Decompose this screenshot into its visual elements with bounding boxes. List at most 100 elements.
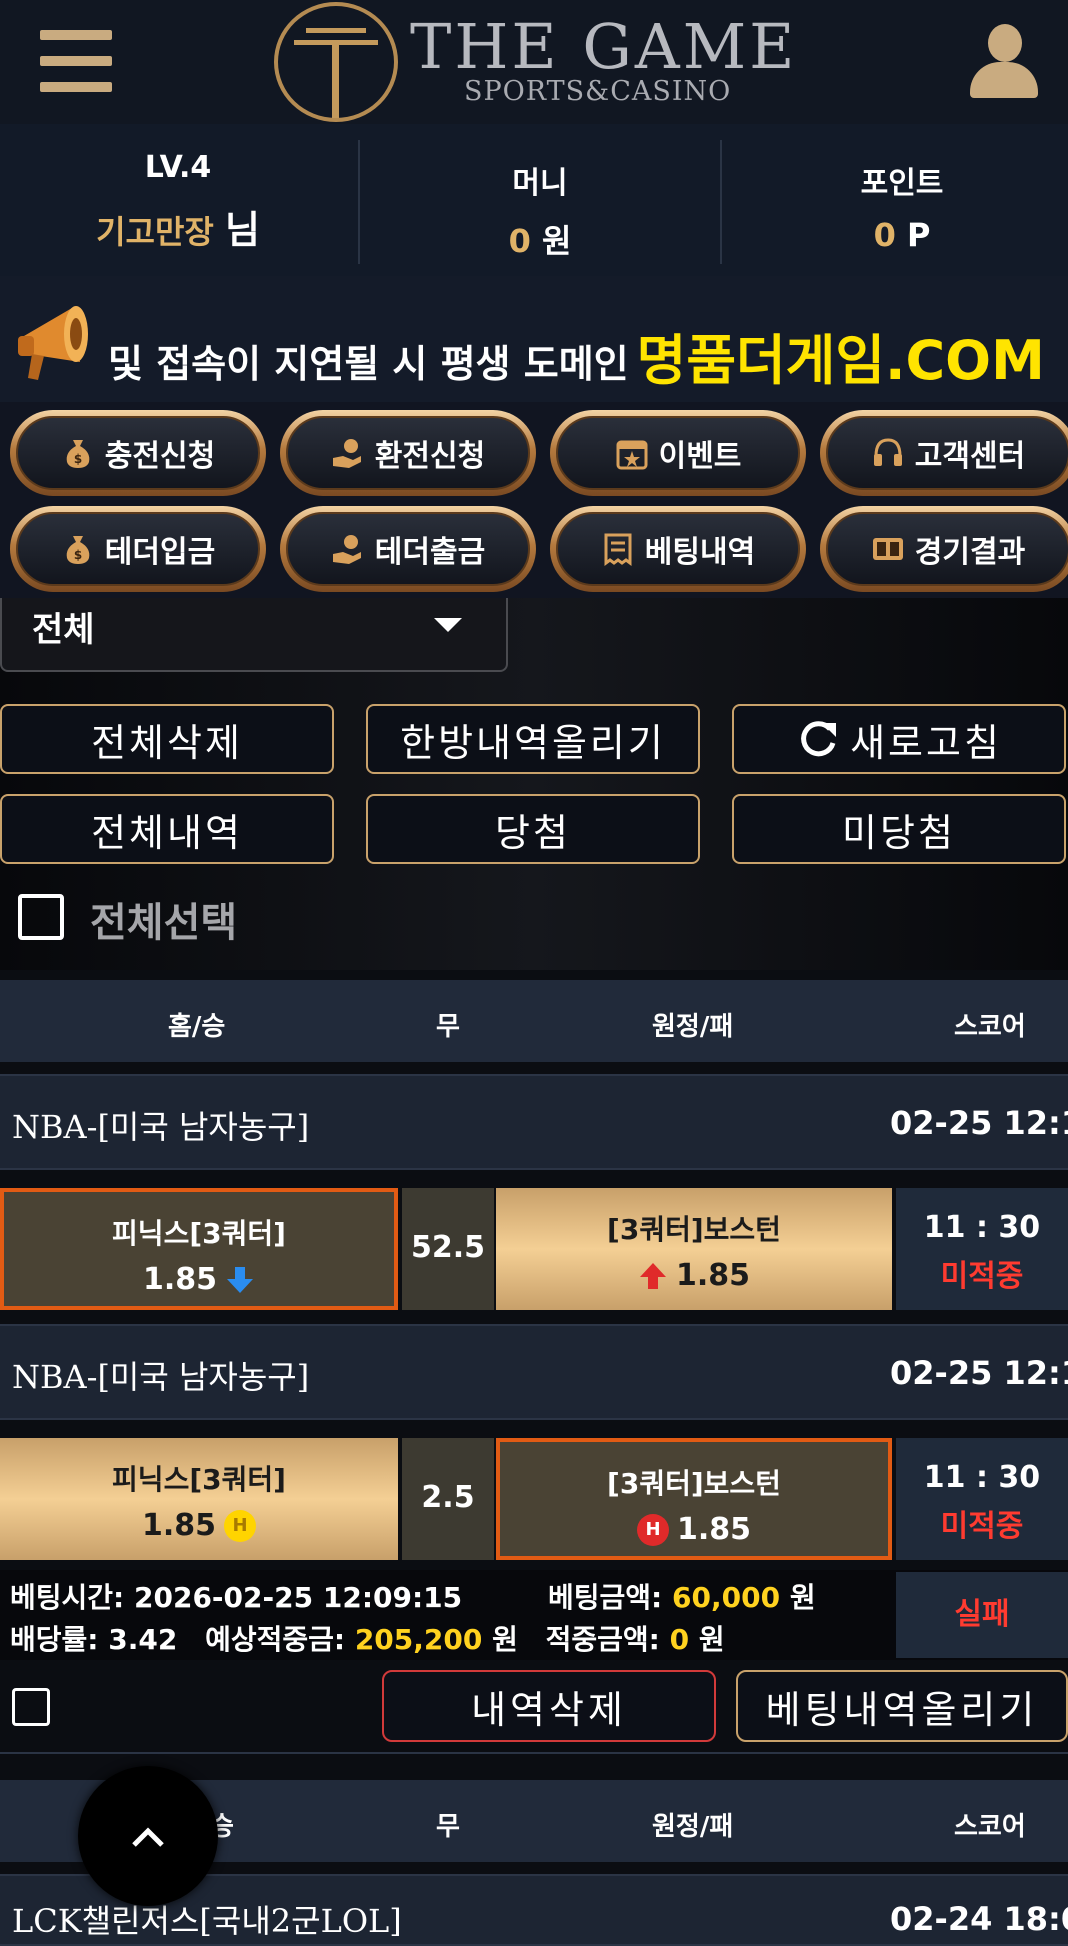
event-button[interactable]: 이벤트 [550,410,806,496]
filter-area: 전체 전체삭제 한방내역올리기 새로고침 전체내역 당첨 미당첨 전체선택 [0,598,1068,970]
upload-bet-history-button[interactable]: 베팅내역올리기 [736,1670,1068,1742]
league-row: NBA-[미국 남자농구] 02-25 12:17 [0,1324,1068,1420]
level-section: LV.4 기고만장 님 [0,138,356,262]
away-odds-cell[interactable]: [3쿼터]보스턴 H 1.85 [496,1438,892,1560]
bet-amount: 60,000 [672,1581,781,1614]
col-away: 원정/패 [652,1812,734,1842]
megaphone-icon [18,306,88,380]
all-history-button[interactable]: 전체내역 [0,794,334,864]
quick-menu: $ 충전신청 환전신청 이벤트 고객센터 $ 테더입금 테더출금 베팅내역 경기… [0,402,1068,598]
refresh-button[interactable]: 새로고침 [732,704,1066,774]
point-value: 0 [873,216,896,254]
home-odds: 1.85 [142,1262,218,1297]
arrow-down-icon [227,1266,254,1293]
col-score: 스코어 [954,1812,1026,1842]
money-unit: 원 [541,222,572,260]
total-odds: 3.42 [108,1623,178,1656]
handicap-line: 52.5 [410,1230,486,1265]
home-team: 피닉스[3쿼터] [112,1463,286,1496]
match-results-button[interactable]: 경기결과 [820,506,1068,592]
brand-subtitle: SPORTS&CASINO [464,76,732,107]
score-cell: 11 : 30 미적중 [896,1438,1068,1560]
notice-text: 및 접속이 지연될 시 평생 도메인 [108,342,629,386]
brand-title: THE GAME [410,10,798,83]
tether-withdraw-button[interactable]: 테더출금 [280,506,536,592]
point-section: 포인트 0 P [724,138,1068,262]
select-all-checkbox[interactable] [18,894,64,940]
user-info-bar: LV.4 기고만장 님 머니 0 원 포인트 0 P [0,124,1068,276]
upload-hanbang-button[interactable]: 한방내역올리기 [366,704,700,774]
point-label: 포인트 [860,166,944,201]
score: 11 : 30 [923,1210,1041,1245]
arrow-up-icon [639,1262,666,1289]
bet-actions: 내역삭제 베팅내역올리기 [0,1660,1068,1754]
league-name: LCK챌린저스[국내2군LOL] [12,1902,402,1940]
honorific: 님 [224,208,260,252]
top-header: THE GAME SPORTS&CASINO [0,0,1068,124]
score: 11 : 30 [923,1460,1041,1495]
bet-history-button[interactable]: 베팅내역 [550,506,806,592]
customer-center-button[interactable]: 고객센터 [820,410,1068,496]
line-cell: 2.5 [402,1438,494,1560]
refresh-label: 새로고침 [850,720,1002,765]
handicap-badge-icon: H [224,1509,257,1542]
scoreboard-icon [872,538,903,560]
svg-text:$: $ [74,452,82,466]
away-odds: 1.85 [676,1512,752,1547]
hand-coin-icon [332,439,361,468]
odds-row: 피닉스[3쿼터] 1.85 52.5 [3쿼터]보스턴 1.85 11 : 30… [0,1188,1068,1310]
away-odds-cell[interactable]: [3쿼터]보스턴 1.85 [496,1188,892,1310]
home-odds-cell[interactable]: 피닉스[3쿼터] 1.85 [0,1188,398,1310]
col-home: 홈/승 [168,1012,226,1042]
withdraw-request-button[interactable]: 환전신청 [280,410,536,496]
bet-select-checkbox[interactable] [12,1688,50,1726]
league-name: NBA-[미국 남자농구] [12,1358,310,1396]
notice-marquee: 및 접속이 지연될 시 평생 도메인 명품더게임.COM [0,276,1068,402]
lost-filter-button[interactable]: 미당첨 [732,794,1066,864]
user-icon[interactable] [968,22,1040,100]
bet-status: 미적중 [940,1259,1024,1294]
scroll-top-button[interactable] [78,1766,218,1906]
home-team: 피닉스[3쿼터] [112,1217,286,1250]
money-section: 머니 0 원 [362,138,718,262]
won-filter-button[interactable]: 당첨 [366,794,700,864]
home-odds: 1.85 [141,1508,217,1543]
headset-icon [873,438,902,466]
category-select-value: 전체 [32,610,95,650]
col-away: 원정/패 [652,1012,734,1042]
category-select[interactable]: 전체 [0,598,508,672]
receipt-icon [604,533,632,566]
svg-text:$: $ [74,548,82,562]
home-odds-cell[interactable]: 피닉스[3쿼터] 1.85 H [0,1438,398,1560]
point-unit: P [906,216,931,254]
odds-row: 피닉스[3쿼터] 1.85 H 2.5 [3쿼터]보스턴 H 1.85 11 :… [0,1438,1068,1560]
handicap-badge-icon: H [636,1513,669,1546]
nickname: 기고만장 [96,213,214,251]
delete-history-button[interactable]: 내역삭제 [382,1670,716,1742]
col-score: 스코어 [954,1012,1026,1042]
col-draw: 무 [436,1012,460,1042]
score-cell: 11 : 30 미적중 [896,1188,1068,1310]
chevron-down-icon [434,618,462,632]
deposit-request-button[interactable]: $ 충전신청 [10,410,266,496]
bet-summary: 베팅시간: 2026-02-25 12:09:15 베팅금액: 60,000 원… [0,1570,1068,1660]
away-team: [3쿼터]보스턴 [607,1213,781,1246]
chevron-up-icon [132,1827,164,1847]
calendar-star-icon [616,440,648,470]
refresh-icon [801,721,837,757]
match-date: 02-24 18:00 [890,1900,1068,1938]
delete-all-button[interactable]: 전체삭제 [0,704,334,774]
league-name: NBA-[미국 남자농구] [12,1108,310,1146]
hamburger-icon[interactable] [40,30,114,92]
match-date: 02-25 12:17 [890,1104,1068,1142]
notice-domain[interactable]: 명품더게임.COM [637,329,1045,392]
line-cell: 52.5 [402,1188,494,1310]
tether-deposit-button[interactable]: $ 테더입금 [10,506,266,592]
handicap-line: 2.5 [421,1480,475,1515]
money-label: 머니 [512,166,568,201]
money-value: 0 [508,222,531,260]
col-draw: 무 [436,1812,460,1842]
away-odds: 1.85 [675,1258,751,1293]
money-bag-icon: $ [66,536,90,564]
site-logo[interactable]: THE GAME SPORTS&CASINO [272,0,812,124]
